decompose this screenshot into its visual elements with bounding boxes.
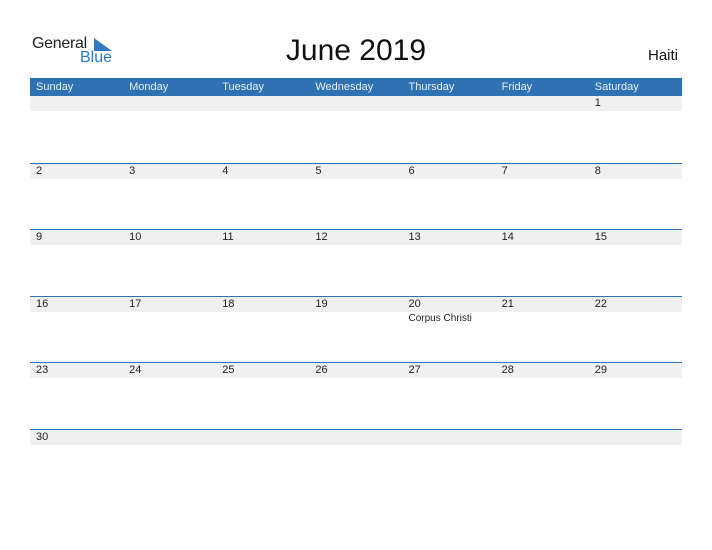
day-cell [403, 96, 496, 163]
calendar-title: June 2019 [285, 34, 427, 67]
day-number: 10 [129, 231, 142, 244]
day-cell: 29 [589, 363, 682, 429]
day-number: 17 [129, 297, 142, 310]
day-number: 26 [315, 364, 328, 377]
day-number: 30 [36, 430, 49, 443]
day-number: 24 [129, 364, 142, 377]
day-cell: 1 [589, 96, 682, 163]
day-number: 22 [594, 297, 607, 310]
day-number: 9 [36, 231, 43, 244]
day-number: 20 [408, 297, 421, 310]
day-cell: 26 [309, 363, 402, 429]
day-cell: 9 [30, 230, 123, 296]
weekday-header: Sunday Monday Tuesday Wednesday Thursday Frid… [30, 78, 682, 96]
day-cell: 7 [496, 164, 589, 230]
weekday-friday: Friday [501, 81, 533, 93]
day-cell: 28 [496, 363, 589, 429]
day-cell: 30 [30, 430, 123, 496]
week-row: 30 [30, 428, 682, 496]
day-cell: 10 [123, 230, 216, 296]
day-cell [496, 96, 589, 163]
day-cell: 3 [123, 164, 216, 230]
day-number: 18 [222, 297, 235, 310]
week-row: 9 10 11 12 13 14 15 [30, 229, 682, 296]
day-cell [30, 96, 123, 163]
day-number: 1 [594, 97, 601, 109]
day-cell [123, 96, 216, 163]
day-cell [403, 430, 496, 496]
weekday-sunday: Sunday [36, 81, 74, 93]
day-cell [216, 430, 309, 496]
weekday-tuesday: Tuesday [222, 81, 265, 93]
day-number: 25 [222, 364, 235, 377]
day-cell: 14 [496, 230, 589, 296]
day-cell: 22 [589, 297, 682, 363]
weekday-monday: Monday [129, 81, 169, 93]
day-number: 23 [36, 364, 49, 377]
calendar-grid: Sunday Monday Tuesday Wednesday Thursday Frid… [30, 78, 682, 496]
day-cell: 6 [403, 164, 496, 230]
day-cell [216, 96, 309, 163]
day-number: 8 [594, 164, 601, 177]
day-cell [309, 430, 402, 496]
day-cell: 18 [216, 297, 309, 363]
day-number: 29 [594, 364, 607, 377]
holiday-label: Corpus Christi [408, 312, 472, 324]
day-cell: 11 [216, 230, 309, 296]
day-cell [496, 430, 589, 496]
weekday-thursday: Thursday [408, 81, 455, 93]
day-number: 4 [222, 164, 229, 177]
week-row: 16 17 18 19 20 Corpus Christi 21 22 [30, 295, 682, 363]
day-number: 28 [501, 364, 514, 377]
day-cell: 19 [309, 297, 402, 363]
day-number: 19 [315, 297, 328, 310]
day-cell: 4 [216, 164, 309, 230]
day-cell: 8 [589, 164, 682, 230]
day-number: 5 [315, 164, 322, 177]
day-cell: 15 [589, 230, 682, 296]
day-cell: 27 [403, 363, 496, 429]
day-cell: 17 [123, 297, 216, 363]
country-label: Haiti [647, 47, 678, 64]
week-row: 1 [30, 96, 682, 163]
day-cell: 25 [216, 363, 309, 429]
day-cell: 5 [309, 164, 402, 230]
day-number: 7 [501, 164, 508, 177]
day-number: 27 [408, 364, 421, 377]
day-number: 12 [315, 231, 328, 244]
week-row: 2 3 4 5 6 7 8 [30, 162, 682, 230]
day-number: 14 [501, 231, 514, 244]
day-cell [309, 96, 402, 163]
weekday-wednesday: Wednesday [315, 81, 374, 93]
day-number: 15 [594, 231, 607, 244]
day-cell: 23 [30, 363, 123, 429]
day-number: 2 [36, 164, 43, 177]
day-cell [123, 430, 216, 496]
day-cell: 24 [123, 363, 216, 429]
day-number: 13 [408, 231, 421, 244]
day-cell: 21 [496, 297, 589, 363]
day-cell: 2 [30, 164, 123, 230]
weeks: 1 2 3 4 5 6 7 8 9 10 11 12 13 14 15 16 17 18 19 20 Corpus Ch… [30, 96, 682, 496]
day-number: 6 [408, 164, 415, 177]
week-row: 23 24 25 26 27 28 29 [30, 362, 682, 429]
day-number: 3 [129, 164, 136, 177]
day-cell [589, 430, 682, 496]
day-number: 16 [36, 297, 49, 310]
weekday-saturday: Saturday [594, 81, 639, 93]
day-number: 11 [222, 231, 234, 244]
day-cell: 13 [403, 230, 496, 296]
day-cell: 20 Corpus Christi [403, 297, 496, 363]
day-cell: 16 [30, 297, 123, 363]
day-cell: 12 [309, 230, 402, 296]
day-number: 21 [501, 297, 514, 310]
